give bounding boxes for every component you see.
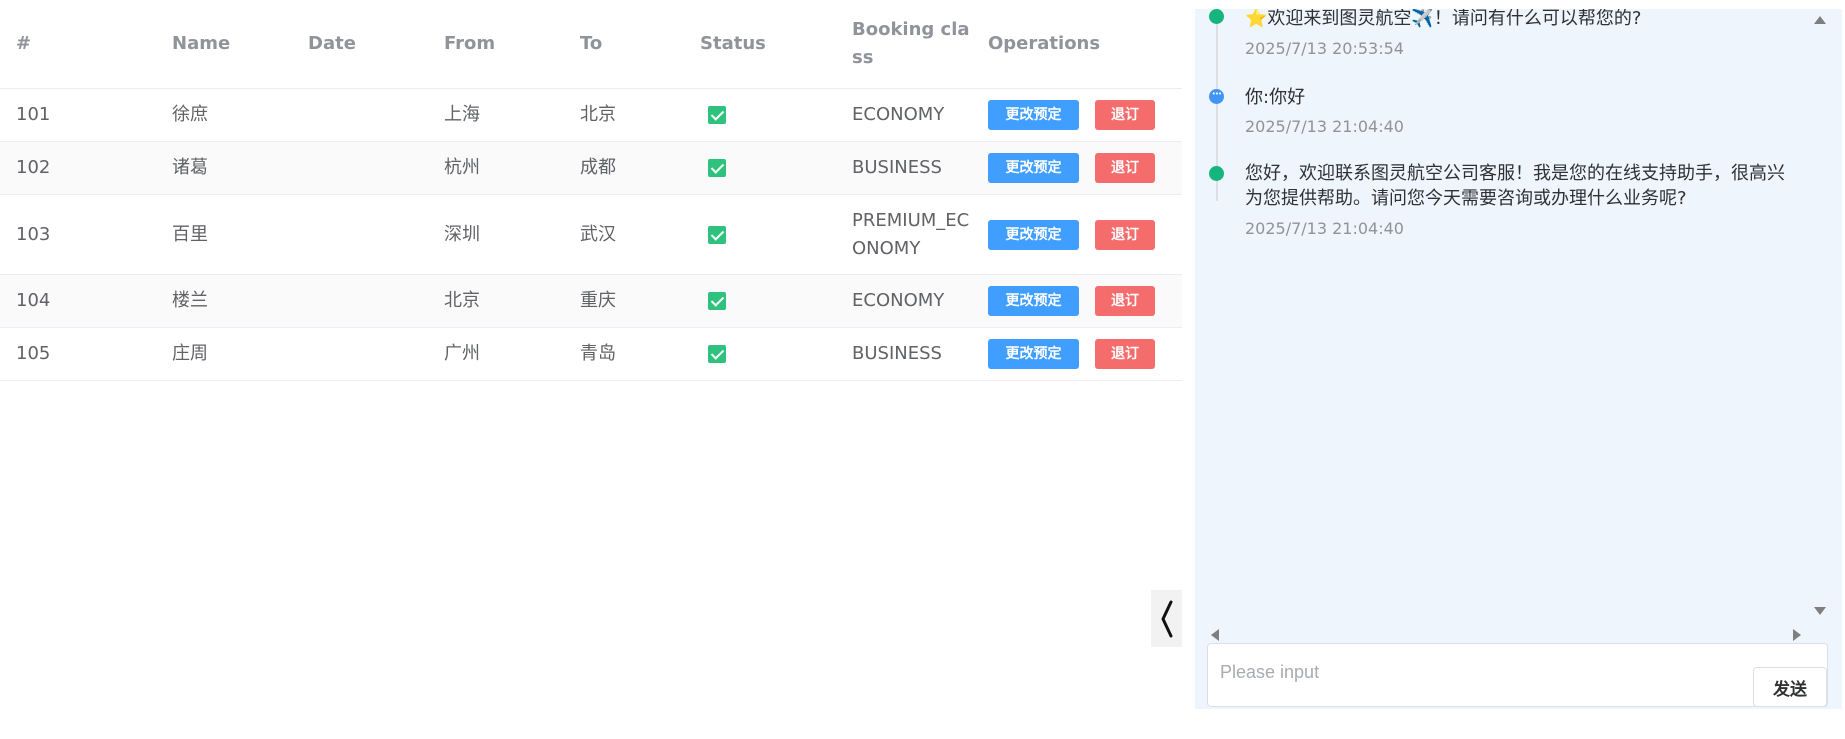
- assistant-dot-icon: [1209, 166, 1224, 181]
- cancel-booking-button[interactable]: 退订: [1095, 100, 1155, 130]
- scroll-right-icon[interactable]: [1793, 629, 1801, 641]
- checkbox-checked-icon: [708, 345, 726, 363]
- cell-operations: 更改预定 退订: [972, 219, 1182, 250]
- cancel-booking-button[interactable]: 退订: [1095, 219, 1155, 250]
- cell-from: 上海: [444, 104, 480, 125]
- header-num: #: [16, 33, 32, 54]
- cell-operations: 更改预定 退订: [972, 339, 1182, 369]
- table-row: 102 诸葛 杭州 成都 BUSINESS 更改预定 退订: [0, 142, 1182, 195]
- cell-num: 104: [16, 290, 51, 311]
- cell-status: [700, 154, 836, 182]
- cell-to: 青岛: [580, 343, 616, 364]
- cell-num: 103: [16, 223, 51, 245]
- table-row: 103 百里 深圳 武汉 PREMIUM_ECONOMY 更改预定 退订: [0, 195, 1182, 275]
- change-booking-button[interactable]: 更改预定: [988, 100, 1079, 130]
- vertical-scrollbar[interactable]: [1810, 9, 1828, 624]
- checkbox-checked-icon: [708, 106, 726, 124]
- bookings-table: # Name Date From To Status Booking class…: [0, 0, 1182, 381]
- message-time: 2025/7/13 21:04:40: [1245, 117, 1404, 136]
- cell-from: 广州: [444, 343, 480, 364]
- cell-to: 成都: [580, 157, 616, 178]
- table-row: 105 庄周 广州 青岛 BUSINESS 更改预定 退订: [0, 328, 1182, 381]
- scroll-up-icon[interactable]: [1814, 16, 1826, 24]
- cell-name: 楼兰: [172, 290, 208, 311]
- cell-num: 105: [16, 343, 51, 364]
- cancel-booking-button[interactable]: 退订: [1095, 153, 1155, 183]
- horizontal-scrollbar[interactable]: [1195, 625, 1810, 643]
- header-operations: Operations: [988, 33, 1101, 54]
- checkbox-checked-icon: [708, 225, 726, 244]
- cell-to: 北京: [580, 104, 616, 125]
- cell-to: 重庆: [580, 290, 616, 311]
- table-row: 101 徐庶 上海 北京 ECONOMY 更改预定 退订: [0, 89, 1182, 142]
- cell-name: 诸葛: [172, 157, 208, 178]
- message-text: 你:你好: [1245, 87, 1306, 108]
- chat-input[interactable]: [1208, 644, 1748, 704]
- send-button[interactable]: 发送: [1753, 667, 1827, 707]
- checkbox-checked-icon: [708, 292, 726, 310]
- checkbox-checked-icon: [708, 159, 726, 177]
- table-header: # Name Date From To Status Booking class…: [0, 0, 1182, 89]
- cell-booking-class: BUSINESS: [852, 343, 942, 364]
- cell-from: 北京: [444, 290, 480, 311]
- cell-from: 深圳: [444, 223, 480, 245]
- scroll-down-icon[interactable]: [1814, 607, 1826, 615]
- cell-name: 徐庶: [172, 104, 208, 125]
- cell-status: [700, 340, 836, 368]
- cell-operations: 更改预定 退订: [972, 100, 1182, 130]
- cell-name: 百里: [172, 223, 208, 245]
- header-date: Date: [308, 33, 356, 54]
- chat-message-list[interactable]: ⭐欢迎来到图灵航空✈️！请问有什么可以帮您的? 2025/7/13 20:53:…: [1195, 9, 1810, 624]
- cell-status: [700, 287, 836, 315]
- header-status: Status: [700, 33, 766, 54]
- cell-num: 101: [16, 104, 51, 125]
- cell-num: 102: [16, 157, 51, 178]
- change-booking-button[interactable]: 更改预定: [988, 286, 1079, 316]
- change-booking-button[interactable]: 更改预定: [988, 153, 1079, 183]
- header-booking-class: Booking class: [852, 19, 970, 68]
- cancel-booking-button[interactable]: 退订: [1095, 339, 1155, 369]
- message-time: 2025/7/13 20:53:54: [1245, 39, 1404, 58]
- change-booking-button[interactable]: 更改预定: [988, 219, 1079, 250]
- chat-panel: ⭐欢迎来到图灵航空✈️！请问有什么可以帮您的? 2025/7/13 20:53:…: [1195, 9, 1842, 709]
- cell-operations: 更改预定 退订: [972, 286, 1182, 316]
- cell-booking-class: ECONOMY: [852, 104, 945, 125]
- cell-status: [700, 221, 836, 249]
- chevron-left-icon: [1161, 600, 1172, 637]
- header-to: To: [580, 33, 603, 54]
- cell-booking-class: BUSINESS: [852, 157, 942, 178]
- message-text: 您好，欢迎联系图灵航空公司客服！我是您的在线支持助手，很高兴为您提供帮助。请问您…: [1245, 163, 1785, 209]
- scroll-left-icon[interactable]: [1211, 629, 1219, 641]
- header-name: Name: [172, 33, 231, 54]
- cell-status: [700, 101, 836, 129]
- message-text: ⭐欢迎来到图灵航空✈️！请问有什么可以帮您的?: [1245, 9, 1642, 29]
- chat-input-box: 发送: [1207, 643, 1828, 707]
- message-time: 2025/7/13 21:04:40: [1245, 219, 1404, 238]
- cell-from: 杭州: [444, 157, 480, 178]
- header-from: From: [444, 33, 496, 54]
- user-dot-icon: [1209, 87, 1224, 104]
- cancel-booking-button[interactable]: 退订: [1095, 286, 1155, 316]
- cell-name: 庄周: [172, 343, 208, 364]
- cell-operations: 更改预定 退订: [972, 153, 1182, 183]
- table-row: 104 楼兰 北京 重庆 ECONOMY 更改预定 退订: [0, 275, 1182, 328]
- change-booking-button[interactable]: 更改预定: [988, 339, 1079, 369]
- cell-booking-class: PREMIUM_ECONOMY: [852, 209, 970, 259]
- cell-booking-class: ECONOMY: [852, 290, 945, 311]
- collapse-chat-button[interactable]: [1151, 590, 1182, 647]
- assistant-dot-icon: [1209, 9, 1224, 24]
- cell-to: 武汉: [580, 223, 616, 245]
